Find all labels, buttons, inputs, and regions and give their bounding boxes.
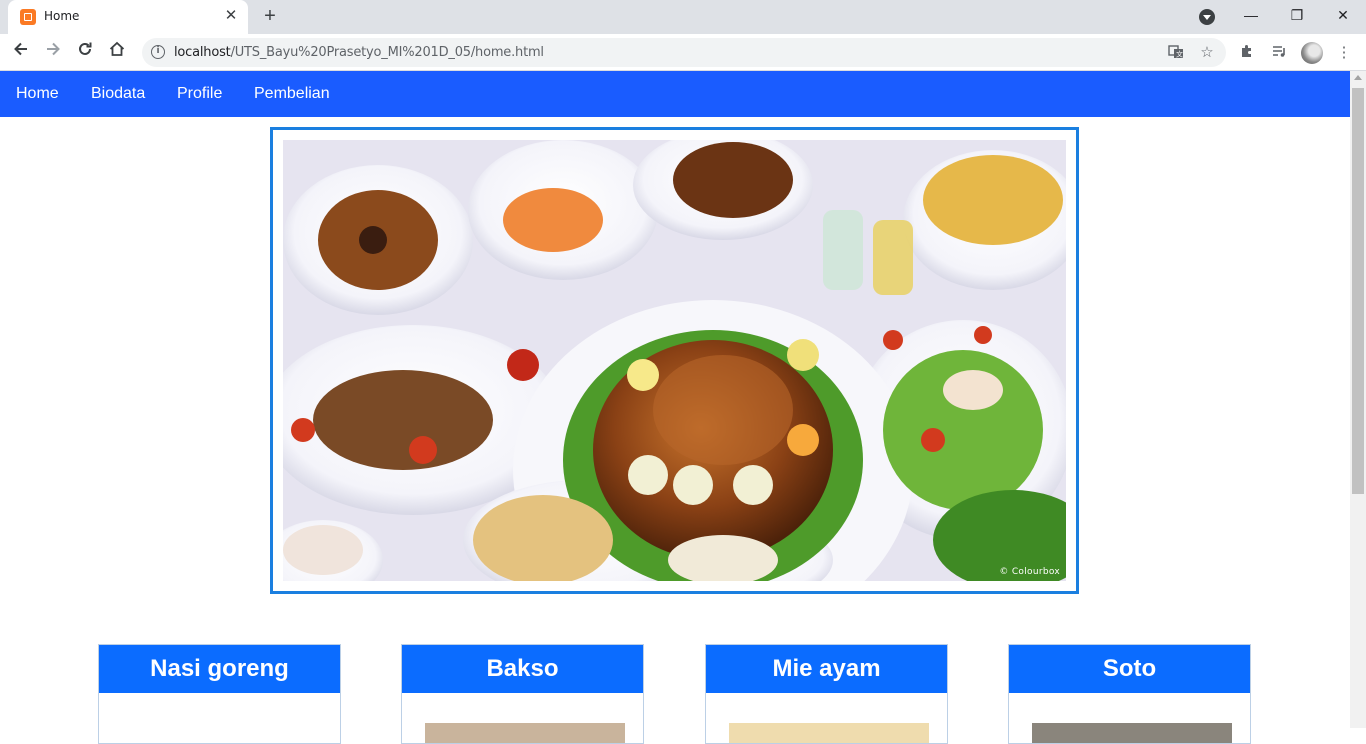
browser-tab-home[interactable]: Home ✕: [8, 0, 248, 34]
xampp-favicon-icon: [20, 9, 36, 25]
menu-card-soto[interactable]: Soto: [1008, 644, 1251, 744]
card-title: Mie ayam: [706, 645, 947, 693]
nav-pembelian[interactable]: Pembelian: [254, 85, 330, 103]
main-navbar: Home Biodata Profile Pembelian: [0, 71, 1350, 117]
scroll-thumb[interactable]: [1352, 88, 1364, 494]
menu-kebab-icon[interactable]: ⋮: [1334, 43, 1354, 63]
minimize-button[interactable]: —: [1228, 0, 1274, 34]
back-arrow-icon[interactable]: [8, 40, 34, 66]
scroll-up-arrow-icon[interactable]: [1354, 75, 1362, 80]
mie-ayam-image: [729, 723, 929, 743]
card-title: Bakso: [402, 645, 643, 693]
hero-banner: © Colourbox: [270, 127, 1079, 594]
site-info-icon[interactable]: i: [151, 45, 165, 59]
card-title: Nasi goreng: [99, 645, 340, 693]
image-watermark: © Colourbox: [999, 567, 1060, 577]
media-queue-icon[interactable]: [1269, 43, 1289, 63]
reload-icon[interactable]: [72, 40, 98, 66]
profile-avatar[interactable]: [1301, 42, 1323, 64]
forward-arrow-icon[interactable]: [40, 40, 66, 66]
new-tab-button[interactable]: +: [258, 5, 282, 29]
menu-card-bakso[interactable]: Bakso: [401, 644, 644, 744]
nav-profile[interactable]: Profile: [177, 85, 222, 103]
nav-biodata[interactable]: Biodata: [91, 85, 145, 103]
page-scrollbar[interactable]: [1350, 71, 1366, 728]
menu-card-mie-ayam[interactable]: Mie ayam: [705, 644, 948, 744]
svg-text:文: 文: [1176, 50, 1183, 59]
url-text[interactable]: localhost/UTS_Bayu%20Prasetyo_MI%201D_05…: [174, 45, 544, 60]
tab-search-icon[interactable]: [1199, 9, 1215, 25]
extensions-puzzle-icon[interactable]: [1237, 43, 1257, 63]
tab-close-icon[interactable]: ✕: [222, 7, 240, 25]
close-window-button[interactable]: ✕: [1320, 0, 1366, 34]
bookmark-star-icon[interactable]: ☆: [1198, 44, 1216, 62]
tab-strip: Home ✕ + — ❐ ✕: [0, 0, 1366, 34]
soto-image: [1032, 723, 1232, 743]
food-buffet-image: © Colourbox: [283, 140, 1066, 581]
bakso-image: [425, 723, 625, 743]
browser-toolbar: i localhost/UTS_Bayu%20Prasetyo_MI%201D_…: [0, 34, 1366, 71]
card-title: Soto: [1009, 645, 1250, 693]
translate-icon[interactable]: 文: [1167, 44, 1185, 62]
menu-card-nasi-goreng[interactable]: Nasi goreng: [98, 644, 341, 744]
restore-button[interactable]: ❐: [1274, 0, 1320, 34]
nav-home[interactable]: Home: [16, 85, 59, 103]
address-bar[interactable]: i localhost/UTS_Bayu%20Prasetyo_MI%201D_…: [142, 38, 1226, 67]
home-icon[interactable]: [104, 40, 130, 66]
tab-title: Home: [44, 9, 80, 23]
